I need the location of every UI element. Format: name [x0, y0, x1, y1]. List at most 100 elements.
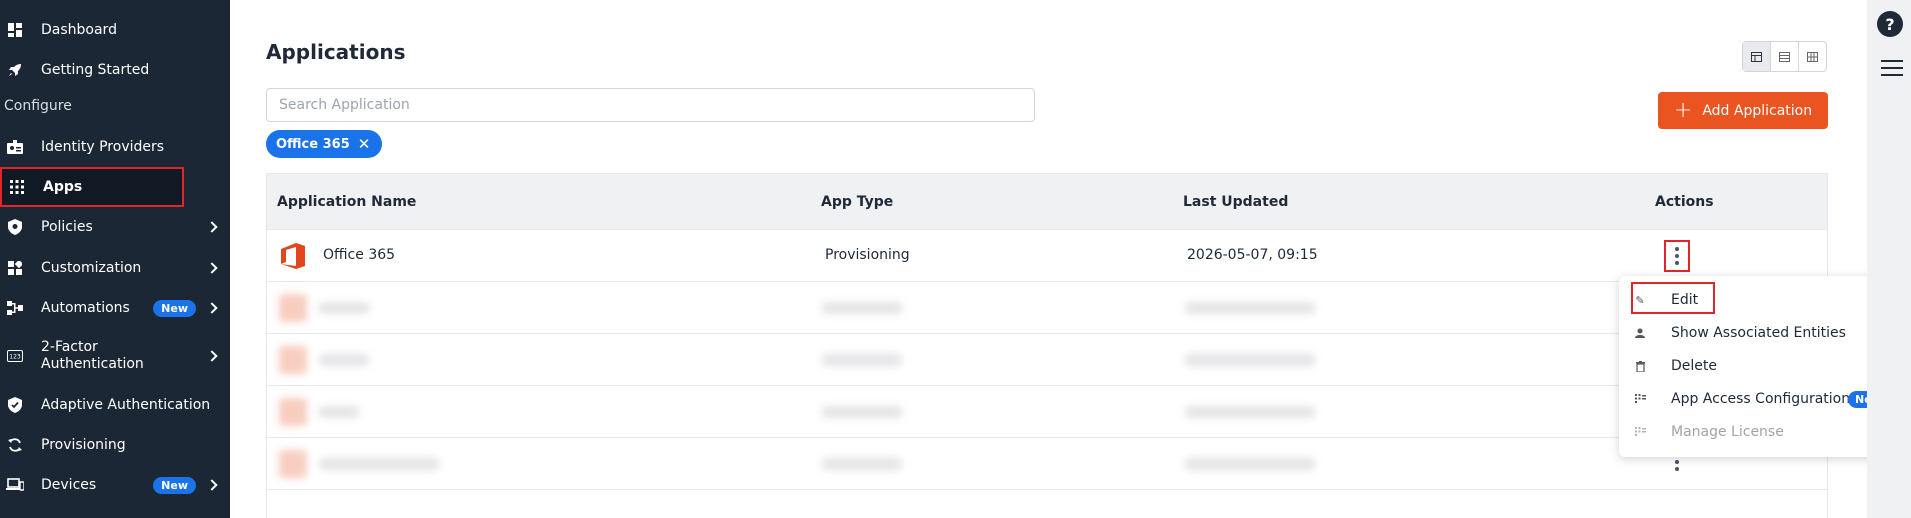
table-row[interactable] [267, 438, 1827, 490]
sidebar-item-provisioning[interactable]: Provisioning [0, 425, 230, 465]
list-view-icon[interactable] [1771, 42, 1799, 71]
blurred-logo [279, 398, 307, 426]
add-application-label: Add Application [1702, 102, 1813, 119]
blurred-text [822, 354, 902, 366]
sidebar-item-label: Policies [41, 219, 93, 235]
office-365-logo-icon [281, 243, 305, 269]
blurred-text [1185, 302, 1315, 314]
sidebar-item-label: Devices [41, 477, 97, 493]
widgets-icon [6, 259, 24, 277]
menu-item-show-associated-entities[interactable]: Show Associated Entities [1619, 318, 1899, 348]
sidebar-item-label: Identity Providers [41, 139, 165, 155]
table-view-icon[interactable] [1743, 42, 1771, 71]
menu-item-delete[interactable]: Delete [1619, 351, 1899, 381]
sidebar-item-dashboard[interactable]: Dashboard [0, 10, 230, 50]
sidebar-item-label: Adaptive Authentication [41, 397, 211, 413]
add-application-button[interactable]: + Add Application [1658, 92, 1828, 129]
new-badge: New [153, 476, 196, 494]
sidebar: Dashboard Getting Started Configure Iden… [0, 0, 230, 518]
table-header: Application Name App Type Last Updated A… [267, 174, 1827, 230]
grid-view-icon[interactable] [1799, 42, 1826, 71]
app-name: Office 365 [323, 247, 396, 263]
sidebar-item-label: Provisioning [41, 437, 126, 453]
plus-icon: + [1673, 97, 1693, 123]
filter-chip: Office 365 ✕ [266, 130, 383, 158]
table-row[interactable] [267, 386, 1827, 438]
dashboard-icon [6, 21, 24, 39]
blurred-text [319, 406, 359, 418]
chevron-right-icon [206, 221, 218, 233]
new-badge: New [153, 299, 196, 317]
apps-grid-icon [8, 178, 26, 196]
sidebar-item-automations[interactable]: Automations New [0, 288, 230, 328]
last-updated: 2026-05-07, 09:15 [1187, 247, 1318, 263]
blurred-text [1185, 406, 1315, 418]
automation-icon [6, 299, 24, 317]
sidebar-item-2fa[interactable]: 123 2-Factor Authentication [0, 336, 230, 376]
chevron-right-icon [206, 302, 218, 314]
hamburger-menu-icon[interactable] [1881, 60, 1903, 81]
blurred-logo [279, 450, 307, 478]
blurred-logo [279, 294, 307, 322]
chevron-right-icon [206, 262, 218, 274]
view-toggle [1742, 41, 1827, 72]
menu-item-label: Show Associated Entities [1671, 325, 1846, 341]
sidebar-item-adaptive-authentication[interactable]: Adaptive Authentication [0, 385, 230, 425]
devices-icon [6, 476, 24, 494]
id-badge-icon [6, 138, 24, 156]
sidebar-item-devices[interactable]: Devices New [0, 465, 230, 505]
app-type: Provisioning [825, 247, 910, 263]
menu-item-edit[interactable]: ✎ Edit [1619, 285, 1899, 315]
shield-icon [6, 218, 24, 236]
blurred-logo [279, 346, 307, 374]
sidebar-item-getting-started[interactable]: Getting Started [0, 50, 230, 90]
menu-item-manage-license[interactable]: Manage License [1619, 417, 1899, 447]
sidebar-item-label: Apps [43, 179, 83, 195]
menu-item-label: Manage License [1671, 424, 1784, 440]
help-icon[interactable]: ? [1877, 11, 1903, 37]
blurred-text [822, 406, 902, 418]
sidebar-item-customization[interactable]: Customization [0, 248, 230, 288]
page-title: Applications [266, 40, 406, 64]
section-label-configure: Configure [4, 98, 72, 114]
sidebar-item-label: Automations [41, 300, 130, 316]
table-row[interactable] [267, 334, 1827, 386]
blurred-text [822, 458, 902, 470]
access-icon [1634, 393, 1646, 405]
blurred-text [319, 302, 369, 314]
sidebar-item-apps[interactable]: Apps [0, 167, 184, 207]
sidebar-item-label: Customization [41, 260, 142, 276]
blurred-text [822, 302, 902, 314]
sidebar-item-label: 2-Factor Authentication [41, 339, 144, 372]
chevron-right-icon [206, 350, 218, 362]
shield-check-icon [6, 396, 24, 414]
menu-item-label: App Access Configuration [1671, 391, 1851, 407]
sidebar-item-label: Getting Started [41, 62, 150, 78]
table-row[interactable]: Office 365 Provisioning 2026-05-07, 09:1… [267, 230, 1827, 282]
blurred-text [319, 458, 439, 470]
right-rail: ? [1867, 0, 1911, 518]
chevron-right-icon [206, 479, 218, 491]
blurred-text [1185, 354, 1315, 366]
menu-item-label: Edit [1671, 292, 1699, 308]
sidebar-item-identity-providers[interactable]: Identity Providers [0, 127, 230, 167]
search-input[interactable] [266, 88, 1035, 122]
svg-text:123: 123 [9, 354, 21, 361]
sidebar-item-policies[interactable]: Policies [0, 207, 230, 247]
close-icon[interactable]: ✕ [358, 135, 371, 153]
blurred-text [1185, 458, 1315, 470]
more-actions-icon[interactable] [1664, 240, 1690, 272]
menu-item-app-access-configuration[interactable]: App Access Configuration New [1619, 384, 1899, 414]
column-header: App Type [821, 193, 894, 210]
column-header: Application Name [277, 193, 417, 210]
filter-chip-label: Office 365 [276, 136, 350, 152]
rocket-icon [6, 61, 24, 79]
pencil-icon: ✎ [1635, 293, 1645, 307]
table-row[interactable] [267, 282, 1827, 334]
user-icon [1634, 327, 1646, 339]
column-header: Actions [1655, 193, 1714, 210]
123-icon: 123 [6, 347, 24, 365]
column-header: Last Updated [1183, 193, 1289, 210]
license-icon [1634, 426, 1646, 438]
blurred-text [319, 354, 369, 366]
